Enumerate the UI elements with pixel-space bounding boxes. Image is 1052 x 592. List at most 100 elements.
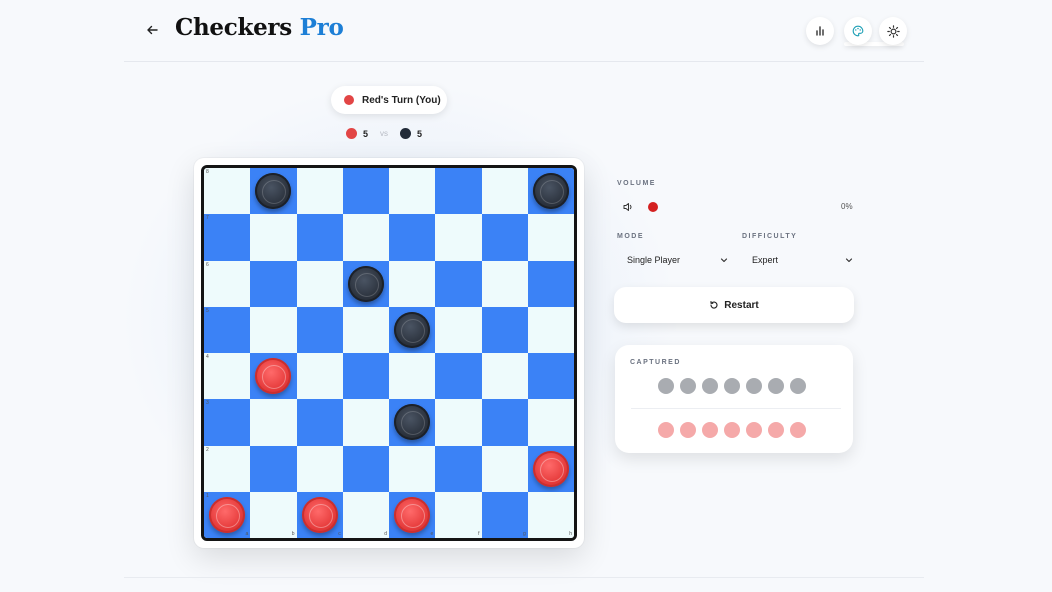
square-b7[interactable]	[250, 214, 297, 261]
square-f4[interactable]	[435, 353, 482, 400]
square-f3[interactable]	[435, 399, 482, 446]
square-a4[interactable]: 4	[204, 353, 251, 400]
black-piece[interactable]	[532, 173, 569, 210]
square-b4[interactable]	[250, 353, 297, 400]
square-h4[interactable]	[527, 353, 574, 400]
file-label: h	[569, 531, 572, 537]
theme-color-button[interactable]	[844, 17, 872, 45]
square-b2[interactable]	[250, 445, 297, 492]
black-piece[interactable]	[394, 311, 431, 348]
square-a1[interactable]: 1a	[204, 491, 251, 538]
square-a7[interactable]: 7	[204, 214, 251, 261]
captured-black-piece	[702, 378, 718, 394]
square-h5[interactable]	[527, 306, 574, 353]
square-g7[interactable]	[481, 214, 528, 261]
captured-panel: CAPTURED	[615, 345, 853, 453]
square-b3[interactable]	[250, 399, 297, 446]
volume-slider-track[interactable]	[648, 206, 828, 208]
captured-red-piece	[702, 422, 718, 438]
square-a2[interactable]: 2	[204, 445, 251, 492]
square-d8[interactable]	[342, 168, 389, 215]
square-c3[interactable]	[296, 399, 343, 446]
square-e1[interactable]: e	[389, 491, 436, 538]
square-g6[interactable]	[481, 260, 528, 307]
mode-select[interactable]: Single Player	[627, 250, 729, 270]
square-h6[interactable]	[527, 260, 574, 307]
square-c5[interactable]	[296, 306, 343, 353]
red-piece[interactable]	[532, 450, 569, 487]
turn-text: Red's Turn (You)	[362, 94, 441, 106]
square-d4[interactable]	[342, 353, 389, 400]
square-b1[interactable]: b	[250, 491, 297, 538]
square-c6[interactable]	[296, 260, 343, 307]
restart-button[interactable]: Restart	[614, 287, 854, 323]
square-g8[interactable]	[481, 168, 528, 215]
square-c1[interactable]: c	[296, 491, 343, 538]
square-g3[interactable]	[481, 399, 528, 446]
red-piece[interactable]	[255, 358, 292, 395]
turn-indicator: Red's Turn (You)	[331, 86, 447, 114]
captured-black-row	[658, 378, 806, 394]
captured-divider	[631, 408, 841, 409]
stats-button[interactable]	[806, 17, 834, 45]
square-a5[interactable]: 5	[204, 306, 251, 353]
checkers-board[interactable]: 876 5 4321abc defg h	[201, 165, 577, 541]
square-h3[interactable]	[527, 399, 574, 446]
square-f6[interactable]	[435, 260, 482, 307]
difficulty-select[interactable]: Expert	[752, 250, 854, 270]
theme-mode-button[interactable]	[879, 17, 907, 45]
red-piece[interactable]	[301, 496, 338, 533]
square-h8[interactable]	[527, 168, 574, 215]
square-c2[interactable]	[296, 445, 343, 492]
volume-slider-thumb[interactable]	[648, 202, 658, 212]
square-d6[interactable]	[342, 260, 389, 307]
red-piece[interactable]	[209, 496, 246, 533]
square-d3[interactable]	[342, 399, 389, 446]
file-label: d	[384, 531, 387, 537]
square-d7[interactable]	[342, 214, 389, 261]
captured-red-piece	[746, 422, 762, 438]
square-a8[interactable]: 8	[204, 168, 251, 215]
square-c7[interactable]	[296, 214, 343, 261]
mode-value: Single Player	[627, 255, 681, 265]
red-piece[interactable]	[394, 496, 431, 533]
square-f8[interactable]	[435, 168, 482, 215]
square-b5[interactable]	[250, 306, 297, 353]
square-a6[interactable]: 6	[204, 260, 251, 307]
back-button[interactable]	[142, 20, 162, 40]
square-h7[interactable]	[527, 214, 574, 261]
square-e3[interactable]	[389, 399, 436, 446]
square-g2[interactable]	[481, 445, 528, 492]
square-d1[interactable]: d	[342, 491, 389, 538]
square-e7[interactable]	[389, 214, 436, 261]
square-g5[interactable]	[481, 306, 528, 353]
square-h1[interactable]: h	[527, 491, 574, 538]
square-b6[interactable]	[250, 260, 297, 307]
square-h2[interactable]	[527, 445, 574, 492]
square-c8[interactable]	[296, 168, 343, 215]
square-f1[interactable]: f	[435, 491, 482, 538]
rank-label: 6	[206, 261, 209, 268]
square-d5[interactable]	[342, 306, 389, 353]
square-d2[interactable]	[342, 445, 389, 492]
black-piece[interactable]	[255, 173, 292, 210]
square-e8[interactable]	[389, 168, 436, 215]
rank-label: 1	[206, 492, 209, 499]
square-c4[interactable]	[296, 353, 343, 400]
black-piece[interactable]	[347, 265, 384, 302]
square-e6[interactable]	[389, 260, 436, 307]
square-e2[interactable]	[389, 445, 436, 492]
square-f2[interactable]	[435, 445, 482, 492]
square-f7[interactable]	[435, 214, 482, 261]
black-piece[interactable]	[394, 404, 431, 441]
square-f5[interactable]	[435, 306, 482, 353]
board-grid[interactable]: 876 5 4321abc defg h	[204, 168, 574, 538]
square-g4[interactable]	[481, 353, 528, 400]
square-b8[interactable]	[250, 168, 297, 215]
speaker-icon[interactable]	[622, 201, 634, 213]
square-e5[interactable]	[389, 306, 436, 353]
square-g1[interactable]: g	[481, 491, 528, 538]
square-e4[interactable]	[389, 353, 436, 400]
square-a3[interactable]: 3	[204, 399, 251, 446]
rank-label: 5	[206, 307, 209, 314]
